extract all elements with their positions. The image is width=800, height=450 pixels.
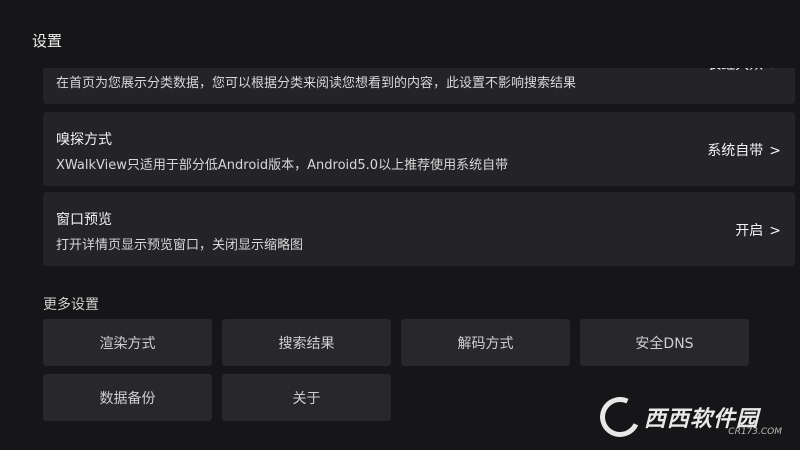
setting-value: 系统自带 > [707, 140, 781, 160]
setting-title: 嗅探方式 [56, 132, 112, 148]
decode-mode-button[interactable]: 解码方式 [401, 319, 570, 366]
watermark-logo-icon [594, 391, 646, 443]
setting-title: 窗口预览 [56, 212, 112, 228]
setting-description: 打开详情页显示预览窗口，关闭显示缩略图 [56, 238, 304, 253]
setting-card-window-preview[interactable]: 窗口预览 打开详情页显示预览窗口，关闭显示缩略图 开启 > [43, 192, 795, 266]
render-mode-button[interactable]: 渲染方式 [43, 319, 212, 366]
settings-screen: 在首页为您展示分类数据，您可以根据分类来阅读您想看到的内容，此设置不影响搜索结果… [0, 0, 800, 450]
secure-dns-button[interactable]: 安全DNS [580, 319, 749, 366]
setting-value: 开启 > [735, 220, 781, 240]
page-title: 设置 [32, 32, 63, 50]
setting-description: XWalkView只适用于部分低Android版本，Android5.0以上推荐… [56, 158, 509, 173]
chevron-right-icon: > [769, 143, 781, 159]
setting-value-text: 开启 [735, 223, 764, 239]
section-title-more-settings: 更多设置 [43, 297, 99, 313]
search-results-button[interactable]: 搜索结果 [222, 319, 391, 366]
setting-description: 在首页为您展示分类数据，您可以根据分类来阅读您想看到的内容，此设置不影响搜索结果 [56, 76, 577, 91]
watermark: 西西软件园 CR173.COM [594, 391, 784, 443]
setting-value-text: 系统自带 [707, 143, 764, 159]
about-button[interactable]: 关于 [222, 374, 391, 421]
header-bar [0, 0, 800, 68]
chevron-right-icon: > [769, 223, 781, 239]
setting-card-sniff-mode[interactable]: 嗅探方式 XWalkView只适用于部分低Android版本，Android5.… [43, 112, 795, 186]
watermark-subtext: CR173.COM [728, 427, 782, 437]
data-backup-button[interactable]: 数据备份 [43, 374, 212, 421]
